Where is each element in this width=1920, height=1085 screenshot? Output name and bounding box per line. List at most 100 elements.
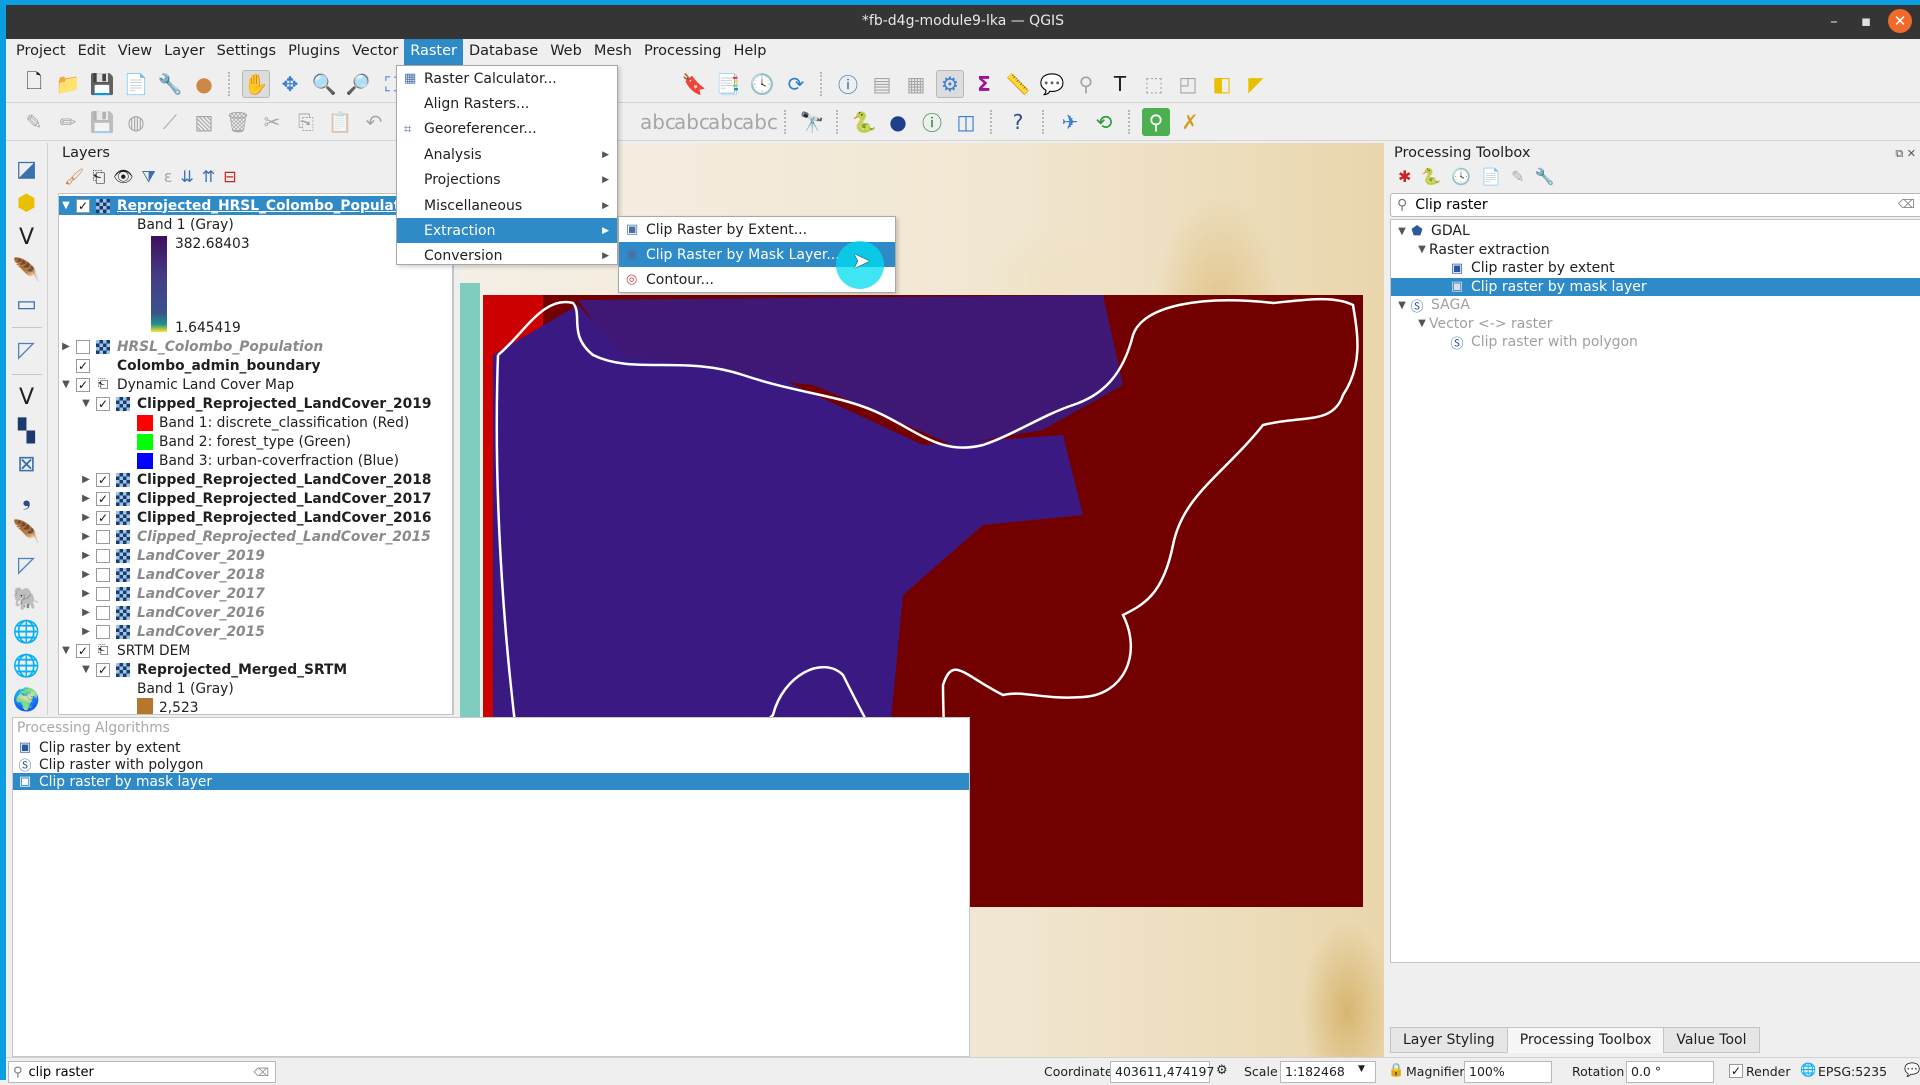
render-checkbox[interactable]: ✓: [1729, 1064, 1743, 1078]
tab-processing-toolbox[interactable]: Processing Toolbox: [1506, 1027, 1665, 1053]
crs-button[interactable]: EPSG:5235: [1818, 1064, 1887, 1079]
locator-search-input[interactable]: [28, 1064, 239, 1080]
layer-visibility-checkbox[interactable]: [96, 624, 110, 639]
toolbar-grip[interactable]: [228, 71, 232, 96]
reload-plugin-icon[interactable]: ⟲: [1090, 108, 1118, 136]
raster-menu-item-projections[interactable]: Projections ▶: [397, 168, 617, 193]
layout-manager-icon[interactable]: 🔧: [156, 70, 184, 98]
expand-arrow-icon[interactable]: ▶: [79, 550, 93, 561]
identify-features-icon[interactable]: ⓘ: [834, 70, 862, 98]
raster-menu-item-miscellaneous[interactable]: Miscellaneous ▶: [397, 193, 617, 218]
open-project-icon[interactable]: 📁: [54, 70, 82, 98]
current-edits-icon[interactable]: ✎: [20, 108, 48, 136]
collapse-arrow-icon[interactable]: ▼: [79, 664, 93, 675]
expand-arrow-icon[interactable]: ▶: [79, 512, 93, 523]
layer-row[interactable]: ▼ ✓ Clipped_Reprojected_LandCover_2019: [59, 394, 452, 413]
provider-group[interactable]: ▼ ⬟ GDAL: [1391, 222, 1920, 240]
processing-search-input[interactable]: [1415, 197, 1876, 213]
locator-result-item[interactable]: Ⓢ Clip raster with polygon: [13, 756, 969, 775]
collapse-arrow-icon[interactable]: ▼: [79, 398, 93, 409]
expand-arrow-icon[interactable]: ▶: [79, 493, 93, 504]
delete-selected-icon[interactable]: 🗑: [224, 108, 252, 136]
history-icon[interactable]: 🕓: [1451, 167, 1471, 186]
raster-menu-item-analysis[interactable]: Analysis ▶: [397, 142, 617, 167]
menu-web[interactable]: Web: [544, 39, 588, 65]
new-temporary-layer-icon[interactable]: ▭: [11, 290, 43, 320]
search-plugin-icon[interactable]: ⚲: [1142, 107, 1170, 136]
menu-vector[interactable]: Vector: [346, 39, 404, 65]
map-tips-icon[interactable]: 💬: [1038, 70, 1066, 98]
save-edits-icon[interactable]: 💾: [88, 108, 116, 136]
raster-menu-item-georeferencer[interactable]: ⌗ Georeferencer...: [397, 117, 617, 142]
layer-visibility-checkbox[interactable]: ✓: [96, 491, 110, 506]
locator-result-item[interactable]: ▣ Clip raster by extent: [13, 739, 969, 756]
minimize-button[interactable]: –: [1822, 9, 1846, 33]
new-shapefile-layer-icon[interactable]: V: [11, 222, 43, 252]
layer-visibility-checkbox[interactable]: [76, 339, 90, 354]
layer-visibility-checkbox[interactable]: ✓: [76, 358, 90, 373]
add-wcs-layer-icon[interactable]: 🌍: [11, 685, 43, 715]
paste-features-icon[interactable]: 📋: [326, 108, 354, 136]
layer-visibility-checkbox[interactable]: ✓: [96, 662, 110, 677]
add-mesh-layer-icon[interactable]: ⊠: [11, 450, 43, 480]
cut-features-icon[interactable]: ✂: [258, 108, 286, 136]
new-geopackage-layer-icon[interactable]: ⬢: [11, 189, 43, 219]
algorithm-item[interactable]: ▣ Clip raster by mask layer: [1391, 277, 1920, 296]
collapse-arrow-icon[interactable]: ▼: [1395, 226, 1409, 237]
new-project-icon[interactable]: 🗋: [20, 69, 48, 98]
models-icon[interactable]: ✱: [1398, 167, 1411, 186]
expand-all-icon[interactable]: ⇊: [180, 167, 193, 187]
layer-visibility-checkbox[interactable]: ✓: [96, 510, 110, 525]
crs-icon[interactable]: 🌐: [1800, 1063, 1816, 1078]
statistical-summary-icon[interactable]: Σ: [970, 70, 998, 98]
collapse-arrow-icon[interactable]: ▼: [59, 200, 73, 211]
show-bookmarks-icon[interactable]: 📑: [714, 70, 742, 98]
menu-raster[interactable]: Raster: [404, 39, 463, 65]
collapse-arrow-icon[interactable]: ▼: [1395, 300, 1409, 311]
menu-view[interactable]: View: [112, 39, 158, 65]
field-calculator-icon[interactable]: ▦: [902, 70, 930, 98]
deselect-icon[interactable]: ◰: [1174, 70, 1202, 98]
measure-line-icon[interactable]: 📏: [1004, 70, 1032, 98]
menu-database[interactable]: Database: [463, 39, 544, 65]
maximize-button[interactable]: ▪: [1854, 9, 1878, 33]
layer-visibility-checkbox[interactable]: [96, 529, 110, 544]
menu-help[interactable]: Help: [727, 39, 772, 65]
provider-group[interactable]: ▼ Ⓢ SAGA: [1391, 296, 1920, 315]
layer-row[interactable]: ▶ ✓ Clipped_Reprojected_LandCover_2017: [59, 489, 452, 508]
messages-icon[interactable]: 💬: [1904, 1063, 1920, 1078]
layer-row[interactable]: ▶ ✓ Clipped_Reprojected_LandCover_2016: [59, 508, 452, 527]
style-manager-icon[interactable]: ●: [190, 70, 218, 98]
algorithm-item[interactable]: ▣ Clip raster by extent: [1391, 259, 1920, 277]
vertex-tool-icon[interactable]: ⟋: [156, 108, 184, 136]
save-project-icon[interactable]: 💾: [88, 70, 116, 98]
layer-visibility-checkbox[interactable]: ✓: [76, 377, 90, 392]
geocoding-icon[interactable]: 🔭: [798, 108, 826, 136]
layer-row[interactable]: ✓ Colombo_admin_boundary: [59, 356, 452, 375]
filter-by-expression-icon[interactable]: ε: [164, 167, 173, 187]
remove-layer-icon[interactable]: ⊟: [223, 167, 236, 187]
help-icon[interactable]: ?: [1004, 108, 1032, 136]
toggle-editing-icon[interactable]: ✏: [54, 108, 82, 136]
locator-result-item[interactable]: ▣ Clip raster by mask layer: [13, 773, 969, 790]
temporal-controller-icon[interactable]: 🕓: [748, 70, 776, 98]
data-source-manager-icon[interactable]: ◪: [11, 155, 43, 185]
layer-visibility-checkbox[interactable]: ✓: [96, 472, 110, 487]
zoom-in-icon[interactable]: 🔍: [310, 70, 338, 98]
refresh-icon[interactable]: ⟳: [782, 70, 810, 98]
select-by-area-icon[interactable]: ⬚: [1140, 70, 1168, 98]
map-swipe-icon[interactable]: ◫: [952, 108, 980, 136]
layer-row[interactable]: ▶ LandCover_2017: [59, 584, 452, 603]
expand-arrow-icon[interactable]: ▶: [79, 626, 93, 637]
python-console-icon[interactable]: 🐍: [850, 108, 878, 136]
collapse-arrow-icon[interactable]: ▼: [1415, 318, 1429, 329]
add-feature-icon[interactable]: ◍: [122, 108, 150, 136]
expand-arrow-icon[interactable]: ▶: [79, 569, 93, 580]
pan-to-selection-icon[interactable]: ✥: [276, 70, 304, 98]
processing-toolbox-icon[interactable]: ⚙: [936, 69, 964, 98]
layer-visibility-checkbox[interactable]: [96, 567, 110, 582]
add-wfs-layer-icon[interactable]: 🌐: [11, 652, 43, 682]
clear-search-icon[interactable]: ⌫: [1898, 197, 1915, 211]
scripts-icon[interactable]: 🐍: [1421, 167, 1441, 186]
add-raster-layer-icon[interactable]: ▚: [11, 416, 43, 446]
